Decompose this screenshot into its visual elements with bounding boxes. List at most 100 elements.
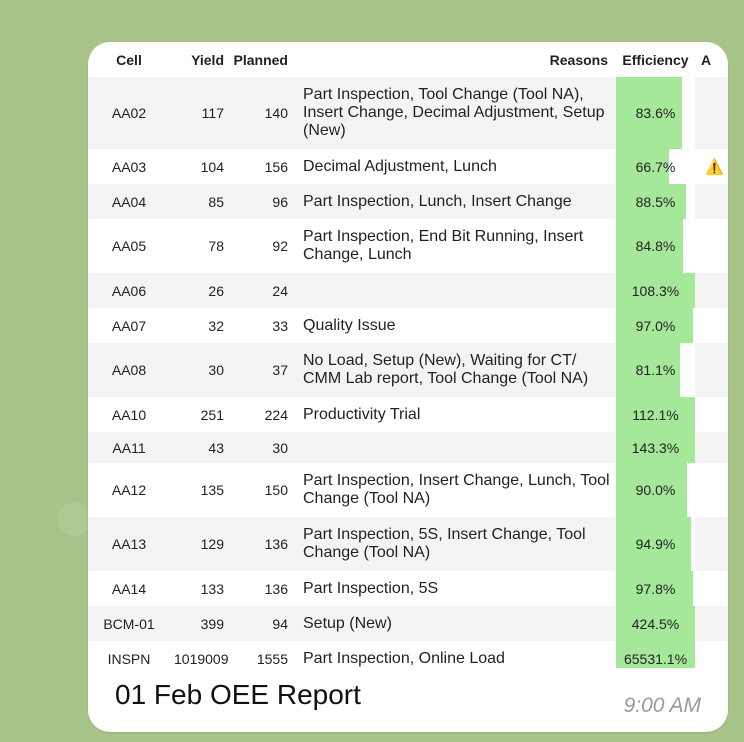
efficiency-cell: 97.0% <box>616 308 695 343</box>
yield-value: 399 <box>170 606 228 641</box>
efficiency-value: 108.3% <box>631 282 680 299</box>
planned-value: 30 <box>228 432 292 463</box>
table-row: AA04 85 96 Part Inspection, Lunch, Insert C… <box>88 184 728 219</box>
efficiency-value: 97.0% <box>635 317 676 334</box>
warning-icon <box>695 273 728 308</box>
yield-value: 117 <box>170 77 228 149</box>
reasons-text: Quality Issue <box>303 316 396 334</box>
reasons-text <box>292 432 616 463</box>
table-row: AA14 133 136 Part Inspection, 5S 97.8% <box>88 571 728 606</box>
efficiency-cell: 143.3% <box>616 432 695 463</box>
reasons-text: Part Inspection, Online Load <box>303 649 505 667</box>
message-time: 9:00 AM <box>623 694 701 717</box>
warning-icon <box>695 397 728 432</box>
message-caption: 01 Feb OEE Report <box>115 679 361 710</box>
yield-value: 251 <box>200 406 224 423</box>
cell-id: AA10 <box>111 406 147 423</box>
yield-value: 43 <box>170 432 228 463</box>
efficiency-cell: 94.9% <box>616 517 695 571</box>
efficiency-value: 424.5% <box>631 615 680 632</box>
efficiency-value: 83.6% <box>635 105 676 121</box>
cell-id: AA11 <box>88 432 170 463</box>
efficiency-cell: 112.1% <box>616 397 695 432</box>
warning-icon <box>695 463 728 517</box>
reasons-text: Part Inspection, 5S, Insert Change, Tool… <box>292 517 616 571</box>
cell-id: AA07 <box>111 317 147 334</box>
efficiency-value: 81.1% <box>635 362 676 378</box>
reasons-text: Setup (New) <box>292 606 616 641</box>
efficiency-value: 66.7% <box>635 158 676 175</box>
efficiency-value: 97.8% <box>635 580 676 597</box>
planned-value: 224 <box>264 406 288 423</box>
cell-id: INSPN <box>107 650 151 667</box>
warning-icon: ⚠️ <box>705 158 724 176</box>
efficiency-cell: 97.8% <box>616 571 695 606</box>
table-row: AA06 26 24 108.3% <box>88 273 728 308</box>
yield-value: 104 <box>200 158 224 175</box>
efficiency-value: 143.3% <box>631 439 680 456</box>
table-row: AA08 30 37 No Load, Setup (New), Waiting fo… <box>88 343 728 397</box>
warning-icon <box>695 219 728 273</box>
warning-icon <box>695 77 728 149</box>
reasons-text: Part Inspection, Tool Change (Tool NA), … <box>292 77 616 149</box>
cell-id: AA06 <box>88 273 170 308</box>
report-image[interactable]: Cell Yield Planned Reasons Efficiency A … <box>88 42 728 668</box>
planned-value: 140 <box>228 77 292 149</box>
table-row: AA10 251 224 Productivity Trial 112.1% <box>88 397 728 432</box>
planned-value: 92 <box>272 238 288 254</box>
efficiency-cell: 108.3% <box>616 273 695 308</box>
warning-icon <box>695 184 728 219</box>
header-yield: Yield <box>191 51 224 68</box>
yield-value: 129 <box>170 517 228 571</box>
efficiency-cell: 81.1% <box>616 343 695 397</box>
reasons-text: Part Inspection, 5S <box>303 579 439 597</box>
planned-value: 24 <box>228 273 292 308</box>
cell-id: BCM-01 <box>88 606 170 641</box>
efficiency-value: 94.9% <box>635 536 676 552</box>
yield-value: 85 <box>170 184 228 219</box>
warning-icon <box>695 343 728 397</box>
reasons-text: Part Inspection, End Bit Running, Insert… <box>303 228 584 263</box>
yield-value: 1019009 <box>174 650 229 667</box>
table-header-row: Cell Yield Planned Reasons Efficiency A <box>88 42 728 77</box>
warning-icon <box>695 606 728 641</box>
planned-value: 156 <box>264 158 288 175</box>
efficiency-cell: 66.7% <box>616 149 695 184</box>
cell-id: AA05 <box>111 238 147 254</box>
efficiency-cell: 424.5% <box>616 606 695 641</box>
efficiency-cell: 83.6% <box>616 77 695 149</box>
efficiency-value: 88.5% <box>635 193 676 210</box>
planned-value: 33 <box>272 317 288 334</box>
header-reasons: Reasons <box>549 51 608 68</box>
yield-value: 32 <box>208 317 224 334</box>
yield-value: 78 <box>208 238 224 254</box>
reasons-text: Productivity Trial <box>303 405 421 423</box>
reasons-text <box>292 273 616 308</box>
cell-id: AA02 <box>88 77 170 149</box>
oee-table: Cell Yield Planned Reasons Efficiency A … <box>88 42 728 668</box>
planned-value: 1555 <box>256 650 288 667</box>
reasons-text: Part Inspection, Insert Change, Lunch, T… <box>303 472 610 507</box>
table-row: INSPN 1019009 1555 Part Inspection, Online … <box>88 641 728 668</box>
cell-id: AA14 <box>111 580 147 597</box>
efficiency-value: 112.1% <box>632 406 679 423</box>
planned-value: 94 <box>228 606 292 641</box>
cell-id: AA12 <box>111 482 147 498</box>
table-row: BCM-01 399 94 Setup (New) 424.5% <box>88 606 728 641</box>
header-planned: Planned <box>233 51 288 68</box>
reasons-text: No Load, Setup (New), Waiting for CT/ CM… <box>292 343 616 397</box>
cell-id: AA03 <box>111 158 147 175</box>
efficiency-cell: 84.8% <box>616 219 695 273</box>
yield-value: 133 <box>200 580 224 597</box>
efficiency-cell: 65531.1% <box>616 641 695 668</box>
table-row: AA05 78 92 Part Inspection, End Bit Running… <box>88 219 728 273</box>
table-row: AA02 117 140 Part Inspection, Tool Change (… <box>88 77 728 149</box>
planned-value: 96 <box>228 184 292 219</box>
efficiency-cell: 90.0% <box>616 463 695 517</box>
efficiency-value: 65531.1% <box>623 650 688 667</box>
planned-value: 37 <box>228 343 292 397</box>
message-bubble[interactable]: Cell Yield Planned Reasons Efficiency A … <box>88 42 728 732</box>
header-alert: A <box>701 51 712 68</box>
warning-icon <box>695 571 728 606</box>
planned-value: 150 <box>264 482 288 498</box>
